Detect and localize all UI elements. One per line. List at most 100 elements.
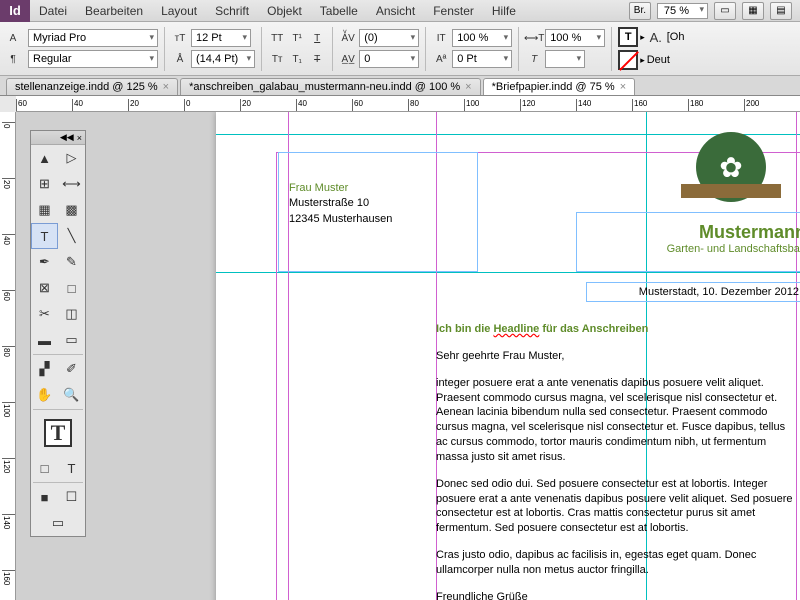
charstyle-icon[interactable]: A.: [647, 28, 665, 46]
font-family-dropdown[interactable]: Myriad Pro: [28, 29, 158, 47]
pencil-tool[interactable]: ✎: [58, 249, 85, 275]
direct-selection-tool[interactable]: ▷: [58, 145, 85, 171]
zoom-dropdown[interactable]: 75 %: [657, 3, 708, 19]
paragraph-3: Cras justo odio, dapibus ac facilisis in…: [436, 548, 796, 578]
font-size-dropdown[interactable]: 12 Pt: [191, 29, 251, 47]
close-icon[interactable]: ×: [77, 133, 82, 143]
menu-type[interactable]: Schrift: [206, 4, 258, 18]
gradient-swatch-tool[interactable]: ▬: [31, 327, 58, 353]
page-tool[interactable]: ⊞: [31, 171, 58, 197]
gradient-feather-tool[interactable]: ▭: [58, 327, 85, 353]
screen-mode-icon[interactable]: ▭: [714, 2, 736, 20]
free-transform-tool[interactable]: ◫: [58, 301, 85, 327]
ruler-horizontal[interactable]: 60 40 20 0 20 40 60 80 100 120 140 160 1…: [16, 96, 800, 112]
content-collector-tool[interactable]: ▦: [31, 197, 58, 223]
selection-tool[interactable]: ▲: [31, 145, 58, 171]
close-icon[interactable]: ×: [465, 81, 471, 93]
app-logo: Id: [0, 0, 30, 22]
tab-doc-3[interactable]: *Briefpapier.indd @ 75 %×: [483, 78, 636, 95]
apply-color-icon[interactable]: ■: [31, 484, 58, 510]
note-tool[interactable]: ▞: [31, 356, 58, 382]
close-icon[interactable]: ×: [163, 81, 169, 93]
leading-icon: Å: [171, 50, 189, 68]
recipient-street: Musterstraße 10: [289, 196, 467, 211]
bridge-button[interactable]: Br.: [629, 2, 651, 20]
control-bar: A ¶ Myriad Pro Regular ᴛT12 Pt Å(14,4 Pt…: [0, 22, 800, 76]
scissors-tool[interactable]: ✂: [31, 301, 58, 327]
company-tagline: Garten- und Landschaftsbau: [566, 243, 800, 255]
type-tool[interactable]: T: [31, 223, 58, 249]
vscale-icon: IT: [432, 29, 450, 47]
canvas[interactable]: Frau Muster Musterstraße 10 12345 Muster…: [16, 112, 800, 600]
menu-layout[interactable]: Layout: [152, 4, 206, 18]
skew-dropdown[interactable]: [545, 50, 585, 68]
arrange-docs-icon[interactable]: ▤: [770, 2, 792, 20]
font-style-dropdown[interactable]: Regular: [28, 50, 158, 68]
collapse-icon[interactable]: ◀◀: [60, 132, 74, 143]
formatting-text-icon[interactable]: T: [58, 455, 85, 481]
menu-help[interactable]: Hilfe: [483, 4, 525, 18]
leading-dropdown[interactable]: (14,4 Pt): [191, 50, 255, 68]
content-placer-tool[interactable]: ▩: [58, 197, 85, 223]
fill-stroke-swap[interactable]: T: [31, 411, 85, 455]
tab-doc-1[interactable]: stellenanzeige.indd @ 125 %×: [6, 78, 178, 95]
allcaps-icon[interactable]: TT: [268, 29, 286, 47]
para-mode-icon[interactable]: ¶: [4, 50, 22, 68]
baseline-dropdown[interactable]: 0 Pt: [452, 50, 512, 68]
view-options-icon[interactable]: ▦: [742, 2, 764, 20]
date-text-frame[interactable]: Musterstadt, 10. Dezember 2012: [586, 282, 800, 302]
underline-icon[interactable]: T: [308, 29, 326, 47]
menu-edit[interactable]: Bearbeiten: [76, 4, 152, 18]
vscale-dropdown[interactable]: 100 %: [452, 29, 512, 47]
page[interactable]: Frau Muster Musterstraße 10 12345 Muster…: [216, 112, 800, 600]
strikethrough-icon[interactable]: T: [308, 50, 326, 68]
baseline-icon: Aª: [432, 50, 450, 68]
apply-none-icon[interactable]: ☐: [58, 484, 85, 510]
kerning-icon: AͮV: [339, 29, 357, 47]
menu-view[interactable]: Ansicht: [367, 4, 424, 18]
ruler-vertical[interactable]: 0 20 40 60 80 100 120 140 160: [0, 112, 16, 600]
gap-tool[interactable]: ⟷: [58, 171, 85, 197]
menu-file[interactable]: Datei: [30, 4, 76, 18]
char-mode-icon[interactable]: A: [4, 29, 22, 47]
address-text-frame[interactable]: Frau Muster Musterstraße 10 12345 Muster…: [278, 152, 478, 272]
panel-header[interactable]: ◀◀ ×: [31, 131, 85, 145]
pen-tool[interactable]: ✒: [31, 249, 58, 275]
zoom-tool[interactable]: 🔍: [58, 382, 85, 408]
tools-panel[interactable]: ◀◀ × ▲ ▷ ⊞ ⟷ ▦ ▩ T ╲ ✒ ✎ ⊠ □ ✂ ◫ ▬ ▭ ▞ ✐…: [30, 130, 86, 537]
tracking-dropdown[interactable]: 0: [359, 50, 419, 68]
menu-window[interactable]: Fenster: [424, 4, 483, 18]
menu-bar: Id Datei Bearbeiten Layout Schrift Objek…: [0, 0, 800, 22]
font-size-icon: ᴛT: [171, 29, 189, 47]
superscript-icon[interactable]: T¹: [288, 29, 306, 47]
line-tool[interactable]: ╲: [58, 223, 85, 249]
menu-table[interactable]: Tabelle: [311, 4, 367, 18]
kerning-dropdown[interactable]: (0): [359, 29, 419, 47]
hscale-dropdown[interactable]: 100 %: [545, 29, 605, 47]
fill-swatch[interactable]: T: [618, 27, 638, 47]
paragraph-2: Donec sed odio dui. Sed posuere consecte…: [436, 477, 796, 536]
paragraph-1: integer posuere erat a ante venenatis da…: [436, 376, 796, 465]
headline: Ich bin die Headline für das Anschreiben: [436, 322, 796, 337]
closing: Freundliche Grüße: [436, 590, 796, 600]
stroke-swatch[interactable]: [618, 50, 638, 70]
rectangle-frame-tool[interactable]: ⊠: [31, 275, 58, 301]
formatting-container-icon[interactable]: □: [31, 455, 58, 481]
logo-banner: [681, 184, 781, 198]
close-icon[interactable]: ×: [620, 81, 626, 93]
recipient-name: Frau Muster: [289, 181, 467, 196]
lang-label: [Oh: [667, 31, 685, 43]
document-tabs: stellenanzeige.indd @ 125 %× *anschreibe…: [0, 76, 800, 96]
language-dropdown[interactable]: Deut: [647, 54, 670, 66]
eyedropper-tool[interactable]: ✐: [58, 356, 85, 382]
hand-tool[interactable]: ✋: [31, 382, 58, 408]
view-mode-button[interactable]: ▭: [31, 510, 85, 536]
body-text-frame[interactable]: Ich bin die Headline für das Anschreiben…: [436, 322, 796, 600]
hscale-icon: ⟷T: [525, 29, 543, 47]
subscript-icon[interactable]: T₁: [288, 50, 306, 68]
rectangle-tool[interactable]: □: [58, 275, 85, 301]
smallcaps-icon[interactable]: Tᴛ: [268, 50, 286, 68]
tracking-icon: A̲V̲: [339, 50, 357, 68]
tab-doc-2[interactable]: *anschreiben_galabau_mustermann-neu.indd…: [180, 78, 481, 95]
menu-object[interactable]: Objekt: [258, 4, 311, 18]
